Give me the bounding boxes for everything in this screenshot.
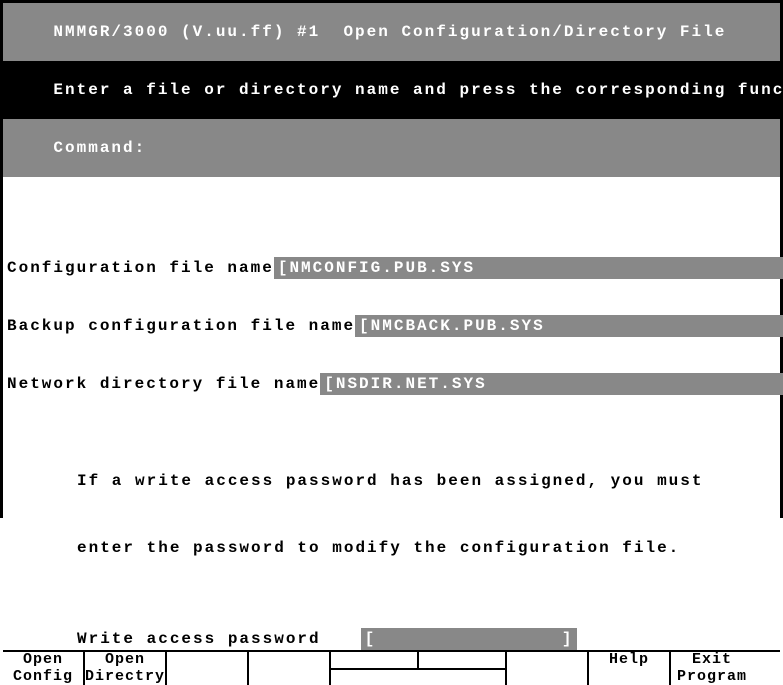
info-line-2: enter the password to modify the configu… [77, 537, 776, 559]
terminal-screen: NMMGR/3000 (V.uu.ff) #1 Open Configurati… [0, 0, 783, 518]
info-block: If a write access password has been assi… [77, 425, 776, 604]
config-file-label: Configuration file name [7, 259, 274, 277]
f1-label-1: Open [23, 652, 63, 669]
config-file-row: Configuration file name [NMCONFIG.PUB.SY… [7, 257, 776, 279]
f6-blank-top[interactable] [419, 652, 505, 668]
command-prompt: Command: [53, 139, 146, 157]
network-file-row: Network directory file name [NSDIR.NET.S… [7, 373, 776, 395]
f4-blank[interactable] [249, 652, 331, 685]
network-file-field[interactable]: [NSDIR.NET.SYS ] [320, 373, 783, 395]
instruction-bar: Enter a file or directory name and press… [3, 61, 780, 119]
network-file-label: Network directory file name [7, 375, 320, 393]
f5-blank[interactable] [331, 652, 419, 668]
info-line-1: If a write access password has been assi… [77, 470, 776, 492]
f2-label-2: Directry [85, 669, 165, 685]
backup-file-row: Backup configuration file name [NMCBACK.… [7, 315, 776, 337]
instruction-text: Enter a file or directory name and press… [53, 81, 783, 99]
backup-file-label: Backup configuration file name [7, 317, 355, 335]
main-form: Configuration file name [NMCONFIG.PUB.SY… [3, 177, 780, 650]
center-bottom-blank[interactable] [331, 668, 505, 685]
config-file-field[interactable]: [NMCONFIG.PUB.SYS ] [274, 257, 783, 279]
f7-help[interactable]: Help [589, 652, 671, 685]
f8-exit-program[interactable]: Exit Program [671, 652, 753, 685]
f2-label-1: Open [105, 652, 145, 669]
command-bar[interactable]: Command: [3, 119, 780, 177]
f1-label-2: Config [13, 669, 73, 685]
center-fkey-group [331, 652, 507, 685]
f8-label-2: Program [677, 669, 747, 685]
f6-blank[interactable] [507, 652, 589, 685]
f3-blank[interactable] [167, 652, 249, 685]
password-row: Write access password [ ] [77, 628, 776, 650]
title-bar: NMMGR/3000 (V.uu.ff) #1 Open Configurati… [3, 3, 780, 61]
password-field[interactable]: [ ] [361, 628, 578, 650]
f1-open-config[interactable]: Open Config [3, 652, 85, 685]
f2-open-directory[interactable]: Open Directry [85, 652, 167, 685]
password-label: Write access password [77, 630, 321, 648]
f7-label: Help [609, 652, 649, 669]
function-key-bar: Open Config Open Directry Help Exit Prog… [3, 650, 780, 685]
app-title: NMMGR/3000 (V.uu.ff) #1 Open Configurati… [53, 23, 726, 41]
backup-file-field[interactable]: [NMCBACK.PUB.SYS ] [355, 315, 783, 337]
f8-label-1: Exit [692, 652, 732, 669]
